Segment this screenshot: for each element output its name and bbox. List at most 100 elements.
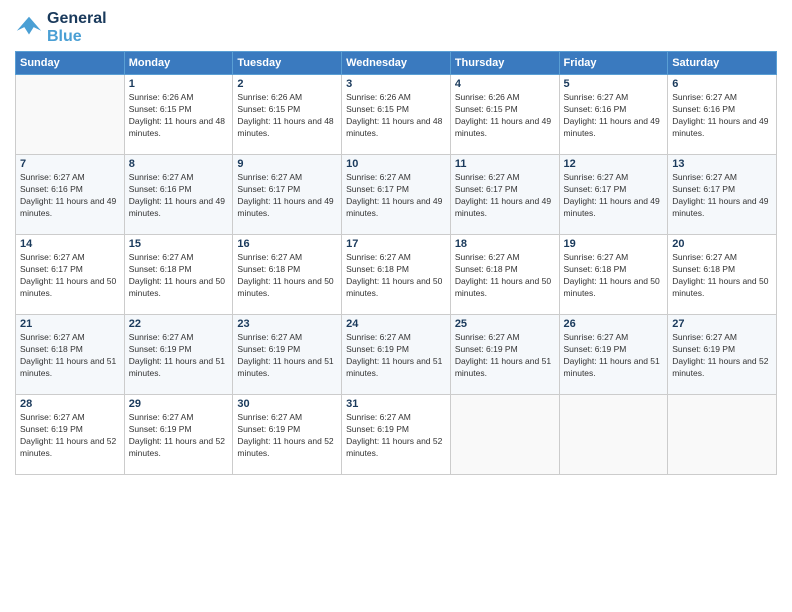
day-number: 14 <box>20 238 120 250</box>
table-cell: 3 Sunrise: 6:26 AMSunset: 6:15 PMDaylight… <box>342 75 451 155</box>
day-number: 10 <box>346 158 446 170</box>
day-number: 4 <box>455 78 555 90</box>
logo: General Blue <box>15 10 107 45</box>
header-wednesday: Wednesday <box>342 52 451 75</box>
table-cell: 17 Sunrise: 6:27 AMSunset: 6:18 PMDayligh… <box>342 235 451 315</box>
day-info: Sunrise: 6:27 AMSunset: 6:18 PMDaylight:… <box>672 252 772 300</box>
day-number: 1 <box>129 78 229 90</box>
table-cell: 29 Sunrise: 6:27 AMSunset: 6:19 PMDayligh… <box>124 395 233 475</box>
day-number: 2 <box>237 78 337 90</box>
day-info: Sunrise: 6:27 AMSunset: 6:17 PMDaylight:… <box>672 172 772 220</box>
table-cell: 12Sunrise: 6:27 AMSunset: 6:17 PMDayligh… <box>559 155 668 235</box>
day-info: Sunrise: 6:27 AMSunset: 6:19 PMDaylight:… <box>237 332 337 380</box>
table-cell: 11Sunrise: 6:27 AMSunset: 6:17 PMDayligh… <box>450 155 559 235</box>
table-cell: 26Sunrise: 6:27 AMSunset: 6:19 PMDayligh… <box>559 315 668 395</box>
day-number: 17 <box>346 238 446 250</box>
day-number: 11 <box>455 158 555 170</box>
page: General Blue Sunday Monday Tuesday Wedne… <box>0 0 792 612</box>
day-info: Sunrise: 6:27 AMSunset: 6:17 PMDaylight:… <box>20 252 120 300</box>
day-info: Sunrise: 6:27 AMSunset: 6:18 PMDaylight:… <box>129 252 229 300</box>
day-number: 26 <box>564 318 664 330</box>
day-number: 24 <box>346 318 446 330</box>
day-info: Sunrise: 6:27 AMSunset: 6:18 PMDaylight:… <box>237 252 337 300</box>
calendar-table: Sunday Monday Tuesday Wednesday Thursday… <box>15 51 777 475</box>
day-info: Sunrise: 6:27 AMSunset: 6:18 PMDaylight:… <box>20 332 120 380</box>
day-number: 18 <box>455 238 555 250</box>
header-sunday: Sunday <box>16 52 125 75</box>
table-cell <box>668 395 777 475</box>
day-number: 9 <box>237 158 337 170</box>
table-cell: 8 Sunrise: 6:27 AMSunset: 6:16 PMDaylight… <box>124 155 233 235</box>
table-cell: 6 Sunrise: 6:27 AMSunset: 6:16 PMDaylight… <box>668 75 777 155</box>
day-number: 5 <box>564 78 664 90</box>
table-cell: 4 Sunrise: 6:26 AMSunset: 6:15 PMDaylight… <box>450 75 559 155</box>
calendar-header-row: Sunday Monday Tuesday Wednesday Thursday… <box>16 52 777 75</box>
table-cell: 2 Sunrise: 6:26 AMSunset: 6:15 PMDaylight… <box>233 75 342 155</box>
day-number: 16 <box>237 238 337 250</box>
day-info: Sunrise: 6:27 AMSunset: 6:19 PMDaylight:… <box>237 412 337 460</box>
calendar-week-row: 28 Sunrise: 6:27 AMSunset: 6:19 PMDayligh… <box>16 395 777 475</box>
table-cell: 25 Sunrise: 6:27 AMSunset: 6:19 PMDayligh… <box>450 315 559 395</box>
day-number: 22 <box>129 318 229 330</box>
day-info: Sunrise: 6:27 AMSunset: 6:19 PMDaylight:… <box>20 412 120 460</box>
day-info: Sunrise: 6:26 AMSunset: 6:15 PMDaylight:… <box>237 92 337 140</box>
day-info: Sunrise: 6:27 AMSunset: 6:19 PMDaylight:… <box>346 332 446 380</box>
header-monday: Monday <box>124 52 233 75</box>
day-info: Sunrise: 6:27 AMSunset: 6:16 PMDaylight:… <box>129 172 229 220</box>
header: General Blue <box>15 10 777 45</box>
day-info: Sunrise: 6:27 AMSunset: 6:16 PMDaylight:… <box>564 92 664 140</box>
table-cell: 13 Sunrise: 6:27 AMSunset: 6:17 PMDayligh… <box>668 155 777 235</box>
day-info: Sunrise: 6:27 AMSunset: 6:18 PMDaylight:… <box>564 252 664 300</box>
table-cell: 30 Sunrise: 6:27 AMSunset: 6:19 PMDayligh… <box>233 395 342 475</box>
day-number: 20 <box>672 238 772 250</box>
day-info: Sunrise: 6:27 AMSunset: 6:19 PMDaylight:… <box>455 332 555 380</box>
table-cell: 7Sunrise: 6:27 AMSunset: 6:16 PMDaylight… <box>16 155 125 235</box>
day-number: 31 <box>346 398 446 410</box>
day-number: 6 <box>672 78 772 90</box>
table-cell: 31Sunrise: 6:27 AMSunset: 6:19 PMDayligh… <box>342 395 451 475</box>
calendar-week-row: 7 Sunrise: 6:27 AMSunset: 6:16 PMDaylight… <box>16 155 777 235</box>
calendar-week-row: 21Sunrise: 6:27 AMSunset: 6:18 PMDayligh… <box>16 315 777 395</box>
logo-icon <box>15 14 43 42</box>
day-info: Sunrise: 6:27 AMSunset: 6:19 PMDaylight:… <box>129 332 229 380</box>
day-info: Sunrise: 6:27 AMSunset: 6:19 PMDaylight:… <box>129 412 229 460</box>
day-info: Sunrise: 6:26 AMSunset: 6:15 PMDaylight:… <box>129 92 229 140</box>
day-number: 27 <box>672 318 772 330</box>
day-number: 13 <box>672 158 772 170</box>
day-number: 15 <box>129 238 229 250</box>
table-cell: 23 Sunrise: 6:27 AMSunset: 6:19 PMDayligh… <box>233 315 342 395</box>
day-number: 19 <box>564 238 664 250</box>
day-number: 7 <box>20 158 120 170</box>
day-number: 23 <box>237 318 337 330</box>
table-cell: 9Sunrise: 6:27 AMSunset: 6:17 PMDaylight… <box>233 155 342 235</box>
day-number: 3 <box>346 78 446 90</box>
day-number: 8 <box>129 158 229 170</box>
day-info: Sunrise: 6:27 AMSunset: 6:17 PMDaylight:… <box>346 172 446 220</box>
day-info: Sunrise: 6:27 AMSunset: 6:16 PMDaylight:… <box>672 92 772 140</box>
day-info: Sunrise: 6:26 AMSunset: 6:15 PMDaylight:… <box>346 92 446 140</box>
header-friday: Friday <box>559 52 668 75</box>
day-number: 25 <box>455 318 555 330</box>
table-cell: 10 Sunrise: 6:27 AMSunset: 6:17 PMDayligh… <box>342 155 451 235</box>
table-cell <box>16 75 125 155</box>
calendar-week-row: 14 Sunrise: 6:27 AMSunset: 6:17 PMDayligh… <box>16 235 777 315</box>
table-cell: 18 Sunrise: 6:27 AMSunset: 6:18 PMDayligh… <box>450 235 559 315</box>
day-number: 28 <box>20 398 120 410</box>
table-cell: 15 Sunrise: 6:27 AMSunset: 6:18 PMDayligh… <box>124 235 233 315</box>
table-cell <box>450 395 559 475</box>
day-number: 30 <box>237 398 337 410</box>
table-cell: 20 Sunrise: 6:27 AMSunset: 6:18 PMDayligh… <box>668 235 777 315</box>
table-cell: 28 Sunrise: 6:27 AMSunset: 6:19 PMDayligh… <box>16 395 125 475</box>
day-number: 29 <box>129 398 229 410</box>
day-info: Sunrise: 6:27 AMSunset: 6:18 PMDaylight:… <box>346 252 446 300</box>
table-cell <box>559 395 668 475</box>
day-info: Sunrise: 6:27 AMSunset: 6:17 PMDaylight:… <box>564 172 664 220</box>
table-cell: 5 Sunrise: 6:27 AMSunset: 6:16 PMDaylight… <box>559 75 668 155</box>
day-info: Sunrise: 6:26 AMSunset: 6:15 PMDaylight:… <box>455 92 555 140</box>
day-info: Sunrise: 6:27 AMSunset: 6:19 PMDaylight:… <box>672 332 772 380</box>
table-cell: 22 Sunrise: 6:27 AMSunset: 6:19 PMDayligh… <box>124 315 233 395</box>
header-tuesday: Tuesday <box>233 52 342 75</box>
day-info: Sunrise: 6:27 AMSunset: 6:18 PMDaylight:… <box>455 252 555 300</box>
table-cell: 19 Sunrise: 6:27 AMSunset: 6:18 PMDayligh… <box>559 235 668 315</box>
logo-text: General Blue <box>47 10 107 45</box>
